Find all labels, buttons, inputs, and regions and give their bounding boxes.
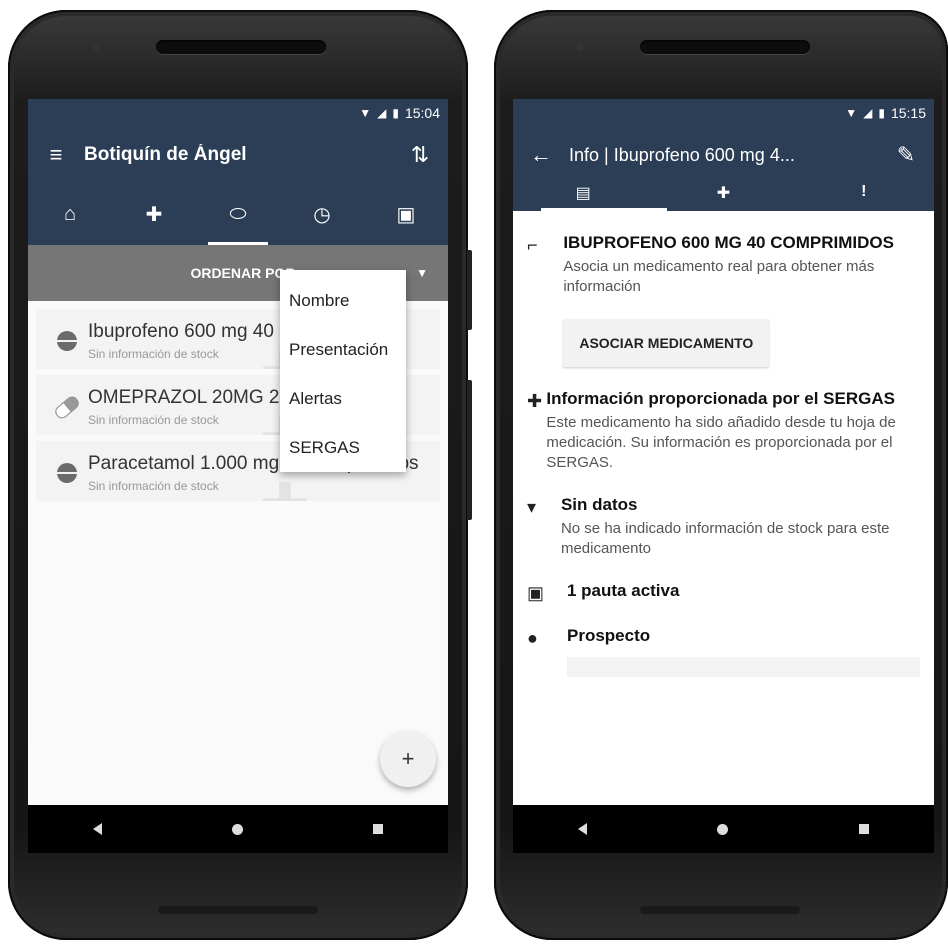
battery-icon: ▮ <box>878 106 885 120</box>
app-title: Botiquín de Ángel <box>84 144 247 165</box>
app-toolbar: ≡ Botiquín de Ángel ⇅ <box>28 127 448 183</box>
capsule-icon <box>46 387 88 427</box>
sergas-title: Información proporcionada por el SERGAS <box>546 389 895 408</box>
app-toolbar: ← Info | Ibuprofeno 600 mg 4... ✎ <box>513 127 934 183</box>
nav-home-icon[interactable] <box>232 823 243 835</box>
system-nav-bar <box>28 805 448 853</box>
schedule-title: 1 pauta activa <box>567 581 680 600</box>
round-pill-icon <box>46 321 88 361</box>
info-tabs: ▤ ✚ ! <box>513 183 934 211</box>
earpiece-speaker <box>640 40 810 54</box>
power-button <box>467 380 472 520</box>
bottom-speaker <box>640 906 800 914</box>
home-icon: ⌂ <box>63 202 77 225</box>
pill-icon: ⬭ <box>229 202 247 225</box>
tab-sergas[interactable]: ✚ <box>112 183 196 245</box>
medication-hint: Asocia un medicamento real para obtener … <box>563 258 875 295</box>
sort-option-name[interactable]: Nombre <box>280 276 406 325</box>
info-icon: ● <box>527 628 538 648</box>
signal-icon: ◢ <box>863 106 873 120</box>
basket-icon: ▾ <box>527 497 537 517</box>
front-camera <box>93 44 100 51</box>
menu-icon[interactable]: ≡ <box>28 142 84 168</box>
stock-text: No se ha indicado información de stock p… <box>560 520 890 557</box>
hospital-cross-icon: ✚ <box>716 185 731 202</box>
tab-calendar[interactable]: ▣ <box>364 183 448 245</box>
tab-home[interactable]: ⌂ <box>28 183 112 245</box>
volume-button <box>467 250 472 330</box>
hospital-cross-icon: ✚ <box>145 203 163 226</box>
signal-icon: ◢ <box>377 106 387 120</box>
sergas-text: Este medicamento ha sido añadido desde t… <box>546 414 896 471</box>
main-tabs: ⌂ ✚ ⬭ ◷ ▣ <box>28 183 448 245</box>
hospital-cross-icon: ✚ <box>527 391 543 411</box>
add-medication-button[interactable]: + <box>380 731 436 787</box>
prospect-section[interactable]: ● Prospecto <box>527 626 920 649</box>
status-time: 15:15 <box>890 105 926 121</box>
calendar-icon: ▣ <box>396 203 416 226</box>
phone-link-icon: ⌐ <box>527 235 538 255</box>
prospect-title: Prospecto <box>567 626 651 645</box>
stock-section: ▾ Sin datos No se ha indicado informació… <box>527 495 920 559</box>
system-nav-bar <box>513 805 934 853</box>
tab-sergas[interactable]: ✚ <box>653 183 793 211</box>
schedule-section[interactable]: ▣ 1 pauta activa <box>527 581 920 604</box>
edit-icon[interactable]: ✎ <box>878 142 934 168</box>
battery-icon: ▮ <box>392 106 399 120</box>
associate-medication-button[interactable]: ASOCIAR MEDICAMENTO <box>563 319 770 367</box>
left-screen: ▼ ◢ ▮ 15:04 ≡ Botiquín de Ángel ⇅ ⌂ ✚ ⬭ … <box>28 99 448 853</box>
sort-option-presentation[interactable]: Presentación <box>280 325 406 374</box>
prospect-content <box>567 657 920 677</box>
nav-back-icon[interactable] <box>578 823 588 835</box>
front-camera <box>576 44 583 51</box>
stock-title: Sin datos <box>560 495 638 514</box>
bottom-speaker <box>158 906 318 914</box>
nav-back-icon[interactable] <box>93 823 102 835</box>
tab-alarms[interactable]: ◷ <box>280 183 364 245</box>
status-time: 15:04 <box>404 105 440 121</box>
earpiece-speaker <box>156 40 326 54</box>
alert-message-icon: ! <box>861 183 867 200</box>
info-card-icon: ▤ <box>575 185 591 202</box>
sort-icon[interactable]: ⇅ <box>392 142 448 168</box>
round-pill-icon <box>46 453 88 493</box>
wifi-icon: ▼ <box>359 106 372 120</box>
left-phone: ▼ ◢ ▮ 15:04 ≡ Botiquín de Ángel ⇅ ⌂ ✚ ⬭ … <box>8 10 472 940</box>
medication-title: IBUPROFENO 600 MG 40 COMPRIMIDOS <box>563 233 894 252</box>
hospital-cross-watermark-icon: ✚ <box>260 471 310 501</box>
page-title: Info | Ibuprofeno 600 mg 4... <box>569 144 795 165</box>
wifi-icon: ▼ <box>845 106 858 120</box>
info-content: ⌐ IBUPROFENO 600 MG 40 COMPRIMIDOS Asoci… <box>513 211 934 853</box>
sort-option-sergas[interactable]: SERGAS <box>280 423 406 472</box>
calendar-icon: ▣ <box>527 583 545 603</box>
tab-medications[interactable]: ⬭ <box>196 183 280 245</box>
arrow-back-icon[interactable]: ← <box>513 142 569 168</box>
nav-recents-icon[interactable] <box>858 824 869 834</box>
chevron-down-icon[interactable]: ▼ <box>416 266 428 280</box>
tab-info[interactable]: ▤ <box>513 183 668 211</box>
status-bar: ▼ ◢ ▮ 15:04 <box>28 99 448 127</box>
nav-home-icon[interactable] <box>717 823 729 835</box>
nav-recents-icon[interactable] <box>373 824 383 834</box>
status-bar: ▼ ◢ ▮ 15:15 <box>513 99 934 127</box>
right-phone: ▼ ◢ ▮ 15:15 ← Info | Ibuprofeno 600 mg 4… <box>494 10 948 940</box>
medication-section: ⌐ IBUPROFENO 600 MG 40 COMPRIMIDOS Asoci… <box>527 233 920 367</box>
sergas-section: ✚ Información proporcionada por el SERGA… <box>527 389 920 473</box>
tab-alerts[interactable]: ! <box>794 183 934 211</box>
alarm-icon: ◷ <box>313 203 331 226</box>
right-screen: ▼ ◢ ▮ 15:15 ← Info | Ibuprofeno 600 mg 4… <box>513 99 934 853</box>
sort-dropdown-menu: Nombre Presentación Alertas SERGAS <box>280 270 406 472</box>
sort-option-alerts[interactable]: Alertas <box>280 374 406 423</box>
